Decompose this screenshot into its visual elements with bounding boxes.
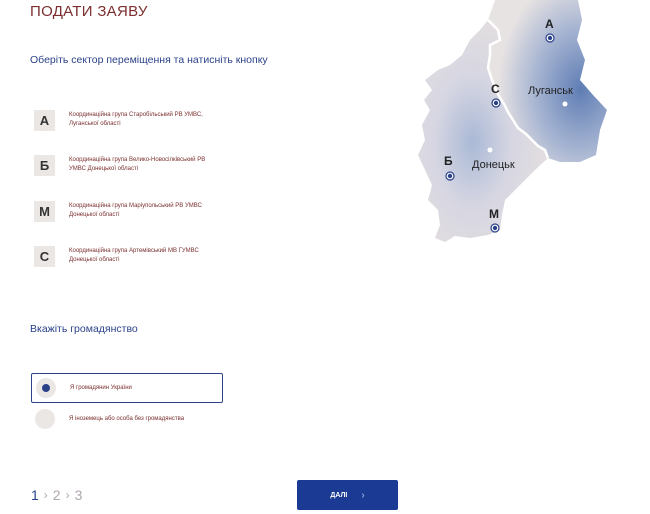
- step-chevron-icon: ›: [43, 488, 48, 502]
- map-marker-a[interactable]: А: [545, 17, 555, 43]
- citizenship-prompt: Вкажіть громадянство: [30, 323, 138, 335]
- map-pin-center: [547, 35, 553, 41]
- city-dot-lugansk: [562, 101, 568, 107]
- sector-option-m[interactable]: М Координаційна група Маріупольський РВ …: [34, 198, 364, 224]
- sector-option-c[interactable]: С Координаційна група Артемівський МВ ГУ…: [34, 243, 364, 269]
- next-button-label: ДАЛІ: [330, 491, 348, 499]
- region-map: Луганськ Донецьк А С Б М: [418, 0, 607, 242]
- citizenship-option-foreigner[interactable]: Я іноземець або особа без громадянства: [31, 404, 223, 434]
- step-1[interactable]: 1: [31, 487, 39, 503]
- sector-option-a[interactable]: А Координаційна група Старобільський РВ …: [34, 107, 364, 133]
- map-marker-b[interactable]: Б: [444, 154, 455, 181]
- citizenship-label: Я громадянин України: [70, 385, 132, 391]
- citizenship-option-ukrainian[interactable]: Я громадянин України: [31, 373, 223, 403]
- step-chevron-icon: ›: [65, 488, 70, 502]
- radio-button[interactable]: [35, 409, 55, 429]
- radio-selected-dot: [42, 384, 50, 392]
- marker-label: М: [489, 207, 499, 221]
- sector-letter: Б: [34, 154, 55, 176]
- sector-description: Координаційна група Артемівський МВ ГУМВ…: [69, 248, 199, 263]
- chevron-right-icon: ›: [361, 489, 365, 501]
- map-marker-m[interactable]: М: [489, 207, 500, 233]
- step-indicator: 1 › 2 › 3: [31, 487, 82, 503]
- radio-button[interactable]: [36, 378, 56, 398]
- city-label-lugansk: Луганськ: [528, 85, 573, 97]
- city-label-donetsk: Донецьк: [472, 159, 515, 171]
- map-marker-c[interactable]: С: [491, 82, 501, 108]
- marker-label: Б: [444, 154, 453, 168]
- page-title: ПОДАТИ ЗАЯВУ: [30, 3, 148, 20]
- next-button[interactable]: ДАЛІ ›: [297, 480, 398, 510]
- map-pin-center: [493, 100, 499, 106]
- step-3[interactable]: 3: [75, 487, 83, 503]
- citizenship-label: Я іноземець або особа без громадянства: [69, 416, 185, 422]
- marker-label: С: [491, 82, 500, 96]
- sector-letter: С: [34, 245, 55, 267]
- sector-description: Координаційна група Старобільський РВ УМ…: [69, 112, 203, 127]
- sector-letter: М: [34, 200, 55, 222]
- marker-label: А: [545, 17, 554, 31]
- map-pin-center: [492, 225, 498, 231]
- step-2[interactable]: 2: [53, 487, 61, 503]
- sector-prompt: Оберіть сектор переміщення та натисніть …: [30, 54, 268, 66]
- sector-letter: А: [34, 109, 55, 131]
- sector-option-b[interactable]: Б Координаційна група Велико-Новосілківс…: [34, 152, 364, 178]
- sector-description: Координаційна група Маріупольський РВ УМ…: [69, 203, 202, 218]
- city-dot-donetsk: [487, 147, 493, 153]
- sector-description: Координаційна група Велико-Новосілківськ…: [69, 157, 206, 172]
- map-pin-center: [447, 173, 453, 179]
